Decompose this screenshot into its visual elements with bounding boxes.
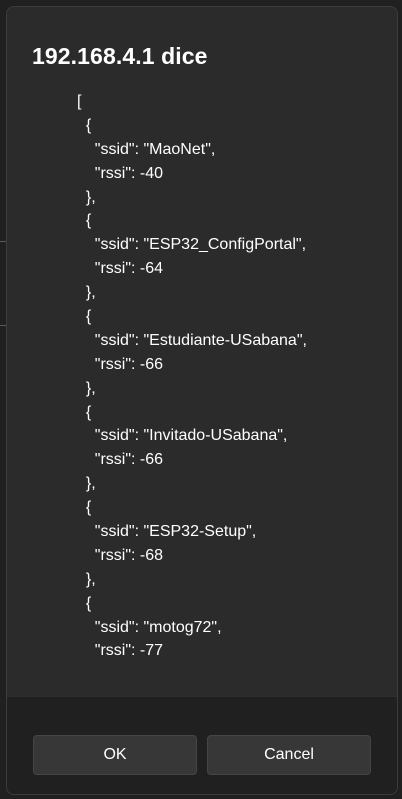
- message-line: {: [77, 499, 92, 517]
- dialog-message: [ { "ssid": "MaoNet", "rssi": -40 }, { "…: [77, 90, 377, 663]
- message-line: "ssid": "Estudiante-USabana",: [77, 331, 307, 349]
- message-line: "ssid": "Invitado-USabana",: [77, 427, 288, 445]
- message-line: [: [77, 93, 82, 110]
- message-line: "rssi": -40: [77, 164, 164, 182]
- message-line: "rssi": -64: [77, 260, 164, 278]
- message-line: {: [77, 116, 92, 134]
- ok-button[interactable]: OK: [33, 735, 197, 775]
- message-line: },: [77, 570, 96, 588]
- message-line: },: [77, 188, 96, 206]
- message-line: },: [77, 379, 96, 397]
- alert-dialog: 192.168.4.1 dice [ { "ssid": "MaoNet", "…: [6, 6, 398, 795]
- message-line: "rssi": -66: [77, 355, 164, 373]
- message-line: {: [77, 308, 92, 326]
- message-line: "rssi": -77: [77, 642, 164, 660]
- message-line: },: [77, 475, 96, 493]
- message-line: {: [77, 594, 92, 612]
- message-line: "rssi": -66: [77, 451, 164, 469]
- message-line: "ssid": "MaoNet",: [77, 140, 216, 158]
- message-line: },: [77, 284, 96, 302]
- message-line: "ssid": "ESP32_ConfigPortal",: [77, 236, 307, 254]
- dialog-title: 192.168.4.1 dice: [32, 43, 208, 69]
- message-line: {: [77, 403, 92, 421]
- message-line: "ssid": "ESP32-Setup",: [77, 523, 257, 541]
- message-line: "ssid": "motog72",: [77, 618, 222, 636]
- cancel-button[interactable]: Cancel: [207, 735, 371, 775]
- message-line: {: [77, 212, 92, 230]
- dialog-footer: OK Cancel: [7, 696, 397, 794]
- message-line: "rssi": -68: [77, 546, 164, 564]
